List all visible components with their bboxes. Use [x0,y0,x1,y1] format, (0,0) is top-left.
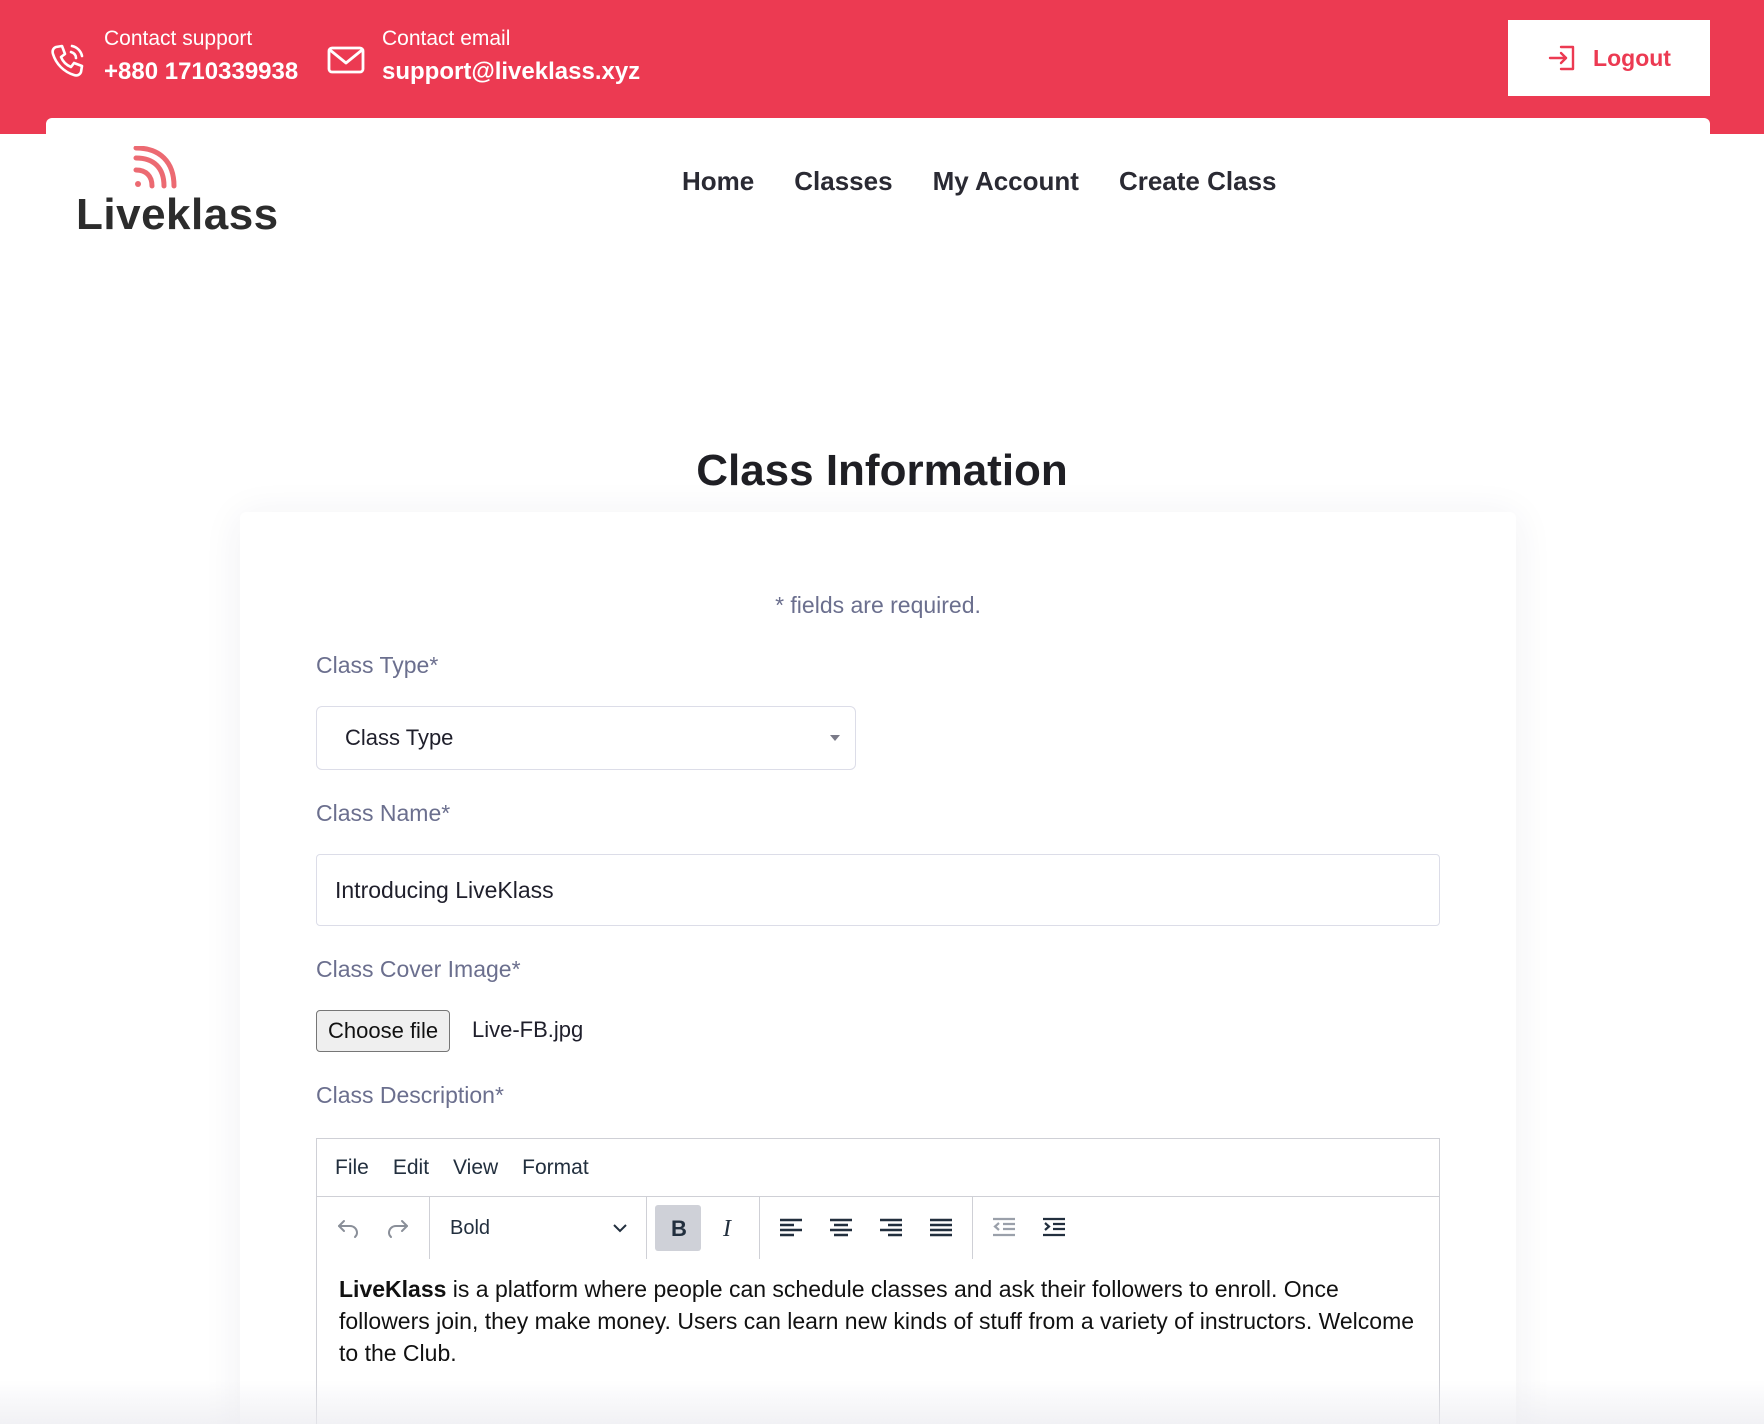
contact-support-label: Contact support [104,27,253,50]
selected-file-name: Live-FB.jpg [472,1017,584,1042]
chevron-down-icon [830,735,840,741]
contact-support: Contact support +880 1710339938 [46,24,298,90]
menu-file[interactable]: File [335,1156,369,1180]
undo-button[interactable] [325,1205,371,1251]
align-left-button[interactable] [768,1205,814,1251]
italic-icon: I [722,1216,732,1241]
nav-home[interactable]: Home [682,158,754,204]
menu-edit[interactable]: Edit [393,1156,429,1180]
class-type-select[interactable]: Class Type [316,706,856,770]
menu-view[interactable]: View [453,1156,498,1180]
svg-text:I: I [722,1216,732,1241]
page-title: Class Information [696,446,1068,495]
class-type-label: Class Type* [316,652,439,678]
brand-logo[interactable]: Liveklass [76,146,279,246]
align-left-icon [780,1218,802,1237]
logout-label: Logout [1593,44,1671,71]
svg-text:B: B [671,1216,687,1241]
bottom-fade [0,1380,1764,1424]
editor-content-area[interactable]: LiveKlass is a platform where people can… [317,1259,1439,1383]
italic-button[interactable]: I [705,1205,751,1251]
block-format-dropdown[interactable]: Bold [436,1205,640,1251]
nav-menu: Home Classes My Account Create Class [682,158,1317,204]
mail-icon [327,46,365,74]
contact-email: Contact email support@liveklass.xyz [324,24,640,90]
class-name-label: Class Name* [316,800,451,826]
history-group [317,1197,430,1259]
chevron-down-icon [613,1224,627,1233]
class-cover-image-label: Class Cover Image* [316,956,521,982]
editor-menubar: File Edit View Format [317,1139,1439,1197]
contact-support-number[interactable]: +880 1710339938 [104,54,298,90]
phone-icon [51,44,84,77]
alignment-group [760,1197,973,1259]
block-format-value: Bold [450,1216,491,1239]
logout-button[interactable]: Logout [1508,20,1710,96]
indent-group [973,1197,1085,1259]
choose-file-button[interactable]: Choose file [316,1010,451,1052]
indent-button[interactable] [1031,1205,1077,1251]
outdent-icon [993,1217,1015,1237]
nav-my-account[interactable]: My Account [933,158,1079,204]
align-right-icon [880,1218,902,1237]
bold-button[interactable]: B [655,1205,701,1251]
brand-name: Liveklass [76,190,279,239]
block-format-group: Bold [430,1197,647,1259]
main-navbar: Liveklass Home Classes My Account Create… [46,118,1710,268]
content-text: is a platform where people can schedule … [339,1276,1415,1366]
required-note: * fields are required. [775,592,981,618]
editor-toolbar: Bold B I [317,1197,1439,1259]
class-description-label: Class Description* [316,1082,504,1108]
contact-email-label: Contact email [382,27,511,50]
align-right-button[interactable] [868,1205,914,1251]
nav-create-class[interactable]: Create Class [1119,158,1277,204]
class-type-selected: Class Type [345,725,454,750]
class-form-card: * fields are required. Class Type* Class… [240,512,1516,1424]
indent-icon [1043,1217,1065,1237]
bold-icon: B [671,1216,687,1241]
redo-icon [388,1220,408,1238]
align-justify-button[interactable] [918,1205,964,1251]
align-center-button[interactable] [818,1205,864,1251]
align-center-icon [830,1218,852,1237]
contact-email-address[interactable]: support@liveklass.xyz [382,54,640,90]
logout-icon [1548,45,1575,71]
text-style-group: B I [647,1197,760,1259]
top-contact-bar: Contact support +880 1710339938 Contact … [0,0,1764,134]
align-justify-icon [930,1218,952,1237]
class-name-input[interactable] [316,854,1440,926]
redo-button[interactable] [375,1205,421,1251]
outdent-button[interactable] [981,1205,1027,1251]
menu-format[interactable]: Format [522,1156,589,1180]
nav-classes[interactable]: Classes [794,158,892,204]
undo-icon [338,1220,358,1238]
content-bold-text: LiveKlass [339,1276,447,1302]
